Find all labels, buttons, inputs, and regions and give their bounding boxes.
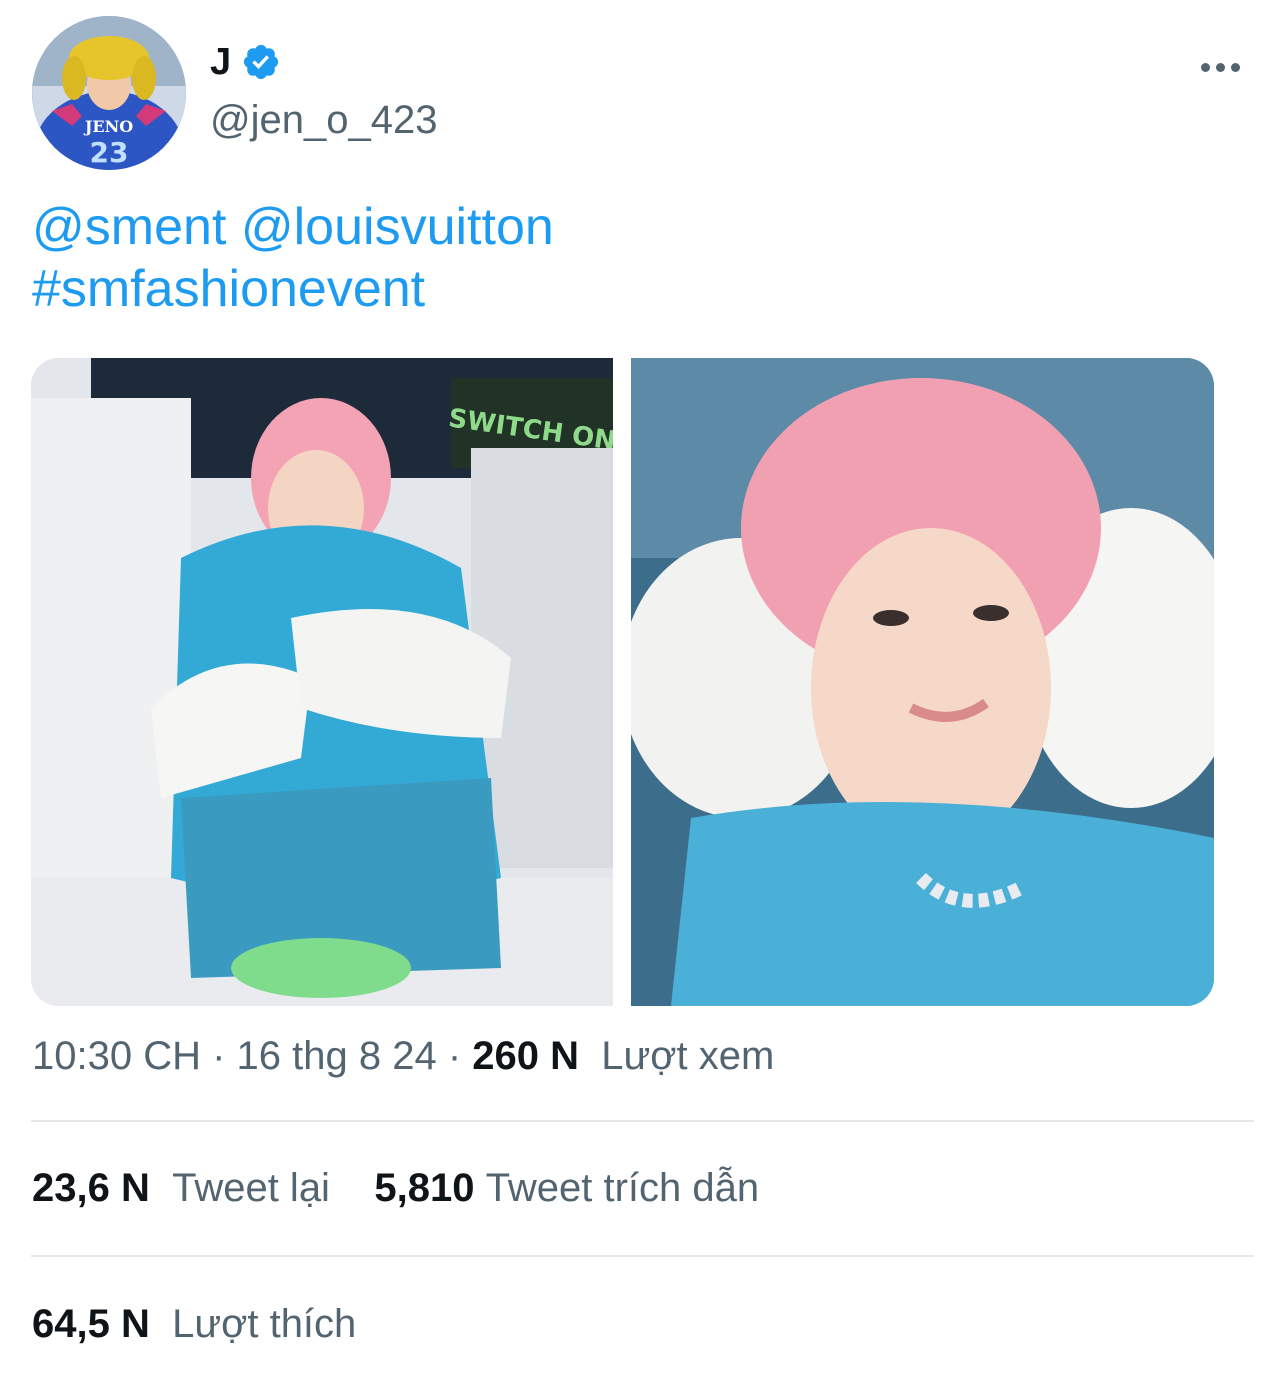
more-dot (1200, 62, 1210, 72)
more-dot (1215, 62, 1225, 72)
more-dot (1230, 62, 1240, 72)
likes-stat[interactable]: 64,5 N Lượt thích (32, 1302, 356, 1346)
tweet-text-line-2: #smfashionevent (32, 258, 554, 320)
retweets-label: Tweet lại (172, 1166, 330, 1210)
tweet-date[interactable]: 16 thg 8 24 (237, 1034, 437, 1078)
likes-label: Lượt thích (172, 1302, 357, 1346)
retweets-count: 23,6 N (32, 1166, 150, 1210)
tweet-photo-1[interactable]: SWITCH ON (31, 358, 613, 1006)
views-label: Lượt xem (601, 1034, 775, 1078)
stats-row-retweets: 23,6 N Tweet lại 5,810 Tweet trích dẫn (32, 1166, 759, 1211)
tweet-photo-2[interactable] (631, 358, 1214, 1006)
retweets-stat[interactable]: 23,6 N Tweet lại (32, 1166, 330, 1210)
tweet-meta: 10:30 CH · 16 thg 8 24 · 260 N Lượt xem (32, 1034, 774, 1079)
stats-row-likes: 64,5 N Lượt thích (32, 1302, 356, 1347)
divider (31, 1255, 1254, 1257)
quotes-stat[interactable]: 5,810 Tweet trích dẫn (374, 1166, 759, 1210)
mention-louisvuitton[interactable]: @louisvuitton (241, 198, 554, 256)
author-avatar[interactable]: JENO 23 (32, 16, 186, 170)
hashtag-smfashionevent[interactable]: #smfashionevent (32, 260, 425, 318)
likes-count: 64,5 N (32, 1302, 150, 1346)
author-name-row[interactable]: J (210, 34, 281, 90)
author-handle[interactable]: @jen_o_423 (210, 98, 437, 143)
avatar-jersey-text: JENO (83, 117, 133, 136)
tweet-time[interactable]: 10:30 CH (32, 1034, 201, 1078)
quotes-label: Tweet trích dẫn (485, 1166, 760, 1210)
meta-separator: · (436, 1034, 473, 1078)
meta-separator: · (200, 1034, 237, 1078)
author-display-name[interactable]: J (210, 41, 231, 84)
tweet-text-line-1: @sment @louisvuitton (32, 196, 554, 258)
mention-sment[interactable]: @sment (32, 198, 226, 256)
avatar-jersey-number: 23 (90, 136, 129, 169)
views-count: 260 N (472, 1034, 580, 1078)
tweet-text: @sment @louisvuitton #smfashionevent (32, 196, 554, 320)
divider (31, 1120, 1254, 1122)
verified-badge-icon (244, 44, 279, 80)
more-options-icon[interactable] (1196, 52, 1244, 82)
quotes-count: 5,810 (374, 1166, 475, 1210)
